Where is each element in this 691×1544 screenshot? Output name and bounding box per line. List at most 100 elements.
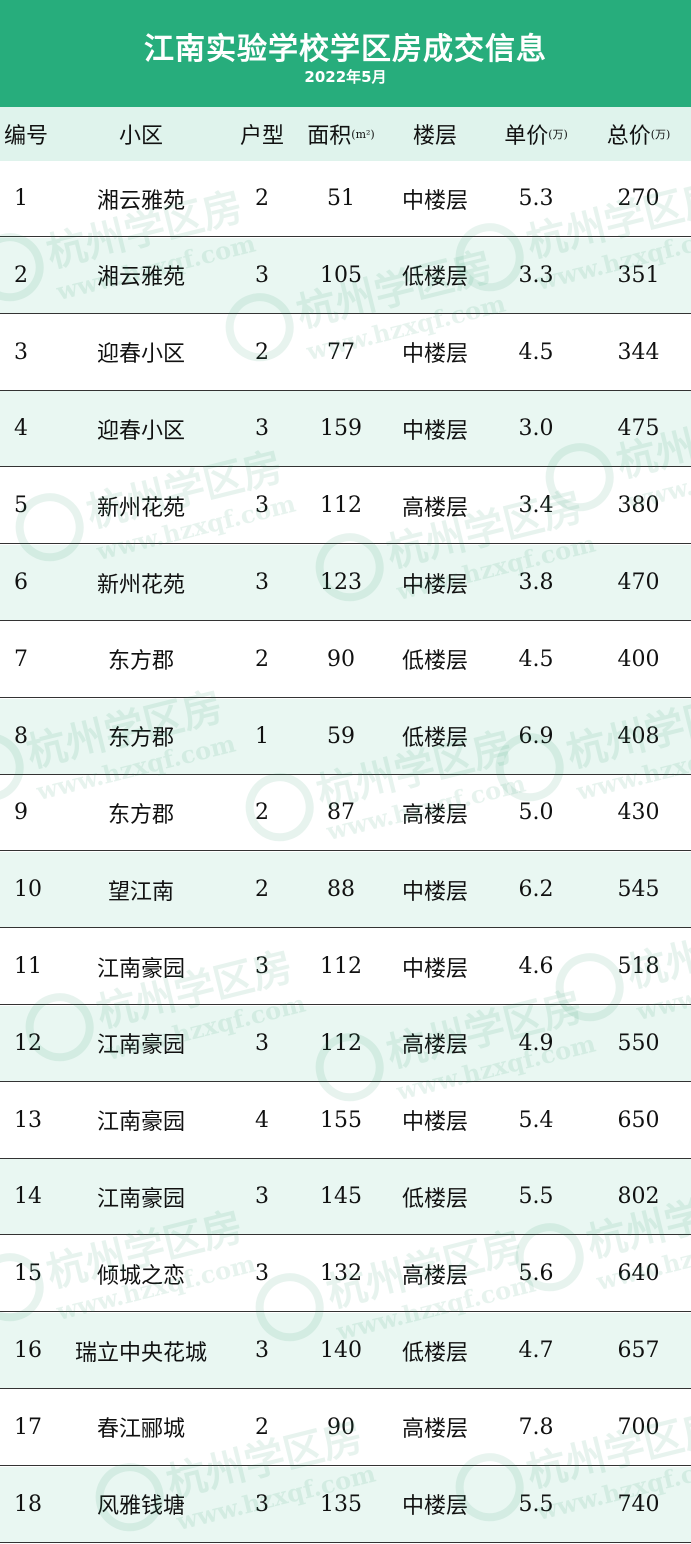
cell-no: 17 bbox=[14, 1414, 42, 1440]
column-header-type: 户型 bbox=[226, 107, 298, 161]
column-header-unit-price-label: 单价 bbox=[504, 124, 549, 149]
cell-type: 1 bbox=[255, 723, 269, 749]
column-header-total-price-label: 总价 bbox=[606, 124, 651, 149]
page-header: 江南实验学校学区房成交信息 2022年5月 bbox=[0, 0, 691, 107]
cell-type: 3 bbox=[255, 570, 269, 595]
cell-total-price: 550 bbox=[617, 1030, 660, 1056]
cell-no: 14 bbox=[14, 1184, 42, 1210]
table-row: 2 湘云雅苑 3 105 低楼层 3.3 351 bbox=[0, 237, 691, 314]
cell-type: 2 bbox=[255, 1414, 269, 1440]
cell-name: 倾城之恋 bbox=[96, 1263, 185, 1289]
cell-name: 江南豪园 bbox=[96, 1033, 185, 1059]
table-row: 18 风雅钱塘 3 135 中楼层 5.5 740 bbox=[0, 1466, 691, 1543]
cell-floor: 中楼层 bbox=[401, 879, 468, 905]
column-header-area-unit: (m²) bbox=[351, 127, 375, 141]
cell-total-price: 344 bbox=[617, 339, 660, 365]
cell-unit-price: 4.7 bbox=[518, 1338, 554, 1363]
cell-name: 江南豪园 bbox=[96, 956, 185, 982]
cell-unit-price: 5.5 bbox=[518, 1491, 554, 1517]
cell-no: 9 bbox=[14, 800, 28, 826]
cell-type: 2 bbox=[255, 339, 269, 365]
cell-no: 3 bbox=[14, 339, 28, 365]
cell-floor: 高楼层 bbox=[401, 1263, 468, 1289]
column-header-area-label: 面积 bbox=[307, 124, 352, 149]
cell-floor: 低楼层 bbox=[401, 1340, 468, 1366]
cell-area: 132 bbox=[320, 1261, 362, 1287]
cell-name: 东方郡 bbox=[107, 726, 174, 752]
cell-no: 5 bbox=[14, 493, 28, 519]
table-row: 10 望江南 2 88 中楼层 6.2 545 bbox=[0, 852, 691, 929]
page-title: 江南实验学校学区房成交信息 bbox=[144, 32, 547, 67]
cell-area: 51 bbox=[327, 186, 355, 211]
column-header-floor-label: 楼层 bbox=[412, 124, 457, 149]
cell-type: 2 bbox=[255, 186, 269, 211]
table-row: 5 新州花苑 3 112 高楼层 3.4 380 bbox=[0, 468, 691, 545]
column-header-no: 编号 bbox=[0, 107, 56, 161]
cell-name: 迎春小区 bbox=[96, 342, 185, 368]
table-row: 11 江南豪园 3 112 中楼层 4.6 518 bbox=[0, 929, 691, 1005]
cell-total-price: 470 bbox=[617, 570, 660, 595]
table-row: 7 东方郡 2 90 低楼层 4.5 400 bbox=[0, 621, 691, 698]
column-header-unit-price: 单价 (万) bbox=[486, 107, 586, 161]
cell-floor: 中楼层 bbox=[401, 572, 468, 598]
cell-type: 2 bbox=[255, 877, 269, 903]
cell-type: 2 bbox=[255, 646, 269, 672]
cell-area: 59 bbox=[327, 723, 355, 749]
cell-floor: 中楼层 bbox=[401, 956, 468, 982]
cell-name: 江南豪园 bbox=[96, 1110, 185, 1136]
cell-total-price: 700 bbox=[617, 1414, 660, 1440]
cell-type: 4 bbox=[255, 1107, 269, 1133]
cell-total-price: 475 bbox=[617, 416, 660, 442]
cell-unit-price: 4.6 bbox=[518, 954, 554, 979]
cell-unit-price: 3.8 bbox=[518, 570, 554, 595]
cell-floor: 高楼层 bbox=[401, 802, 468, 828]
cell-total-price: 408 bbox=[617, 723, 660, 749]
cell-area: 112 bbox=[320, 493, 362, 519]
cell-area: 87 bbox=[327, 800, 355, 826]
table-row: 6 新州花苑 3 123 中楼层 3.8 470 bbox=[0, 545, 691, 621]
cell-no: 16 bbox=[14, 1338, 42, 1363]
cell-type: 2 bbox=[255, 800, 269, 826]
cell-floor: 中楼层 bbox=[401, 342, 468, 368]
table-row: 17 春江郦城 2 90 高楼层 7.8 700 bbox=[0, 1389, 691, 1466]
cell-name: 湘云雅苑 bbox=[96, 265, 185, 291]
page-subtitle: 2022年5月 bbox=[304, 68, 387, 86]
cell-name: 江南豪园 bbox=[96, 1186, 185, 1212]
cell-area: 135 bbox=[320, 1491, 362, 1517]
cell-floor: 低楼层 bbox=[401, 265, 468, 291]
table-header: 编号 小区 户型 面积 (m²) 楼层 单价 (万) 总价 (万) bbox=[0, 107, 691, 162]
cell-name: 望江南 bbox=[107, 879, 174, 905]
cell-unit-price: 5.3 bbox=[518, 186, 554, 211]
cell-floor: 高楼层 bbox=[401, 1033, 468, 1059]
cell-total-price: 545 bbox=[617, 877, 660, 903]
table-row: 15 倾城之恋 3 132 高楼层 5.6 640 bbox=[0, 1236, 691, 1313]
cell-total-price: 518 bbox=[617, 954, 660, 979]
cell-type: 3 bbox=[255, 1261, 269, 1287]
cell-total-price: 740 bbox=[617, 1491, 660, 1517]
cell-floor: 中楼层 bbox=[401, 1110, 468, 1136]
column-header-type-label: 户型 bbox=[239, 124, 284, 149]
cell-floor: 低楼层 bbox=[401, 649, 468, 675]
cell-type: 3 bbox=[255, 954, 269, 979]
cell-total-price: 657 bbox=[617, 1338, 660, 1363]
column-header-total-price: 总价 (万) bbox=[586, 107, 691, 161]
cell-unit-price: 3.3 bbox=[518, 262, 554, 288]
cell-floor: 中楼层 bbox=[401, 418, 468, 444]
cell-area: 112 bbox=[320, 954, 362, 979]
cell-name: 新州花苑 bbox=[96, 572, 185, 598]
cell-floor: 高楼层 bbox=[401, 1417, 468, 1443]
cell-total-price: 430 bbox=[617, 800, 660, 826]
cell-no: 2 bbox=[14, 262, 28, 288]
cell-type: 3 bbox=[255, 493, 269, 519]
cell-unit-price: 5.5 bbox=[518, 1184, 554, 1210]
cell-no: 8 bbox=[14, 723, 28, 749]
cell-floor: 高楼层 bbox=[401, 495, 468, 521]
cell-no: 4 bbox=[14, 416, 28, 442]
cell-no: 11 bbox=[14, 954, 42, 979]
table-row: 3 迎春小区 2 77 中楼层 4.5 344 bbox=[0, 314, 691, 391]
cell-area: 77 bbox=[327, 339, 355, 365]
column-header-name-label: 小区 bbox=[118, 124, 163, 149]
cell-area: 112 bbox=[320, 1030, 362, 1056]
cell-type: 3 bbox=[255, 262, 269, 288]
cell-name: 湘云雅苑 bbox=[96, 188, 185, 214]
